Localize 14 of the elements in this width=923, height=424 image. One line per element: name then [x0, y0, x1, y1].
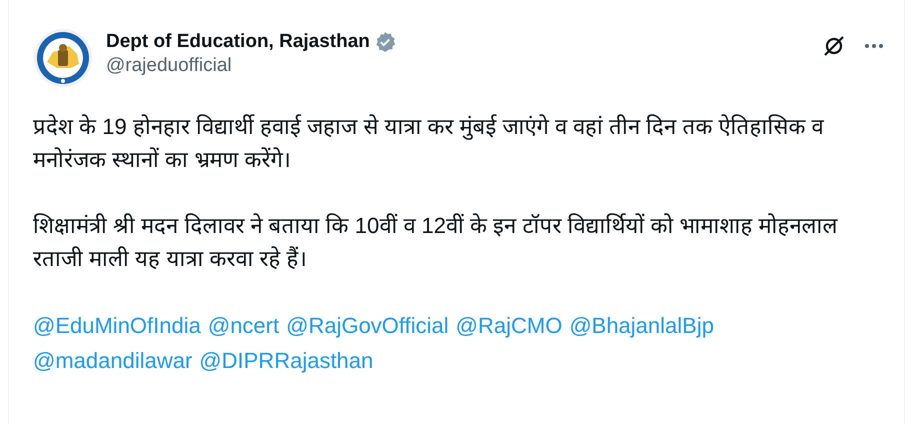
more-icon[interactable]	[864, 43, 884, 49]
slashed-circle-icon[interactable]	[822, 34, 846, 58]
mention-link[interactable]: @DIPRRajasthan	[199, 343, 374, 378]
mention-link[interactable]: @madandilawar	[33, 343, 192, 378]
mention-link[interactable]: @RajGovOfficial	[286, 308, 449, 343]
author-handle[interactable]: @rajeduofficial	[106, 55, 809, 77]
mention-link[interactable]: @EduMinOfIndia	[33, 308, 201, 343]
mention-link[interactable]: @BhajanlalBjp	[569, 308, 714, 343]
mention-link[interactable]: @ncert	[208, 308, 280, 343]
avatar[interactable]	[33, 28, 93, 88]
mention-link[interactable]: @RajCMO	[456, 308, 562, 343]
post-text: शिक्षामंत्री श्री मदन दिलावर ने बताया कि 10वीं व 12वीं के इन टॉपर विद्यार्थियों को भामाशाह मोहनलाल रताजी माली यह यात्रा करवा रहे हैं।	[33, 212, 839, 273]
post-text: प्रदेश के 19 होनहार विद्यार्थी हवाई जहाज से यात्रा कर मुंबई जाएंगे व वहां तीन दिन तक ऐतिहासिक व मनोरंजक स्थानों का भ्रमण करेंगे।	[33, 113, 825, 174]
author-name[interactable]: Dept of Education, Rajasthan	[106, 31, 370, 53]
